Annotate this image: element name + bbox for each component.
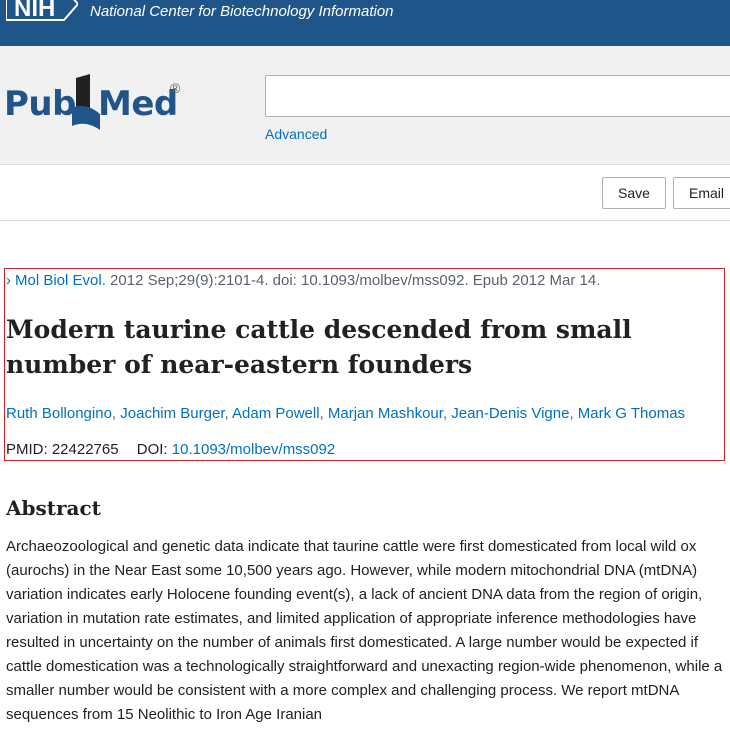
pubmed-header: Pub Med ® Advanced (0, 46, 730, 165)
pmid-label: PMID: (6, 441, 48, 458)
author-link[interactable]: Adam Powell (232, 405, 320, 422)
author-link[interactable]: Mark G Thomas (578, 405, 685, 422)
abstract-text: Archaeozoological and genetic data indic… (6, 538, 723, 723)
svg-text:NIH: NIH (14, 0, 55, 22)
logo-text-med: Med (98, 84, 178, 124)
authors-list: Ruth Bollongino, Joachim Burger, Adam Po… (6, 405, 686, 422)
journal-citation: › Mol Biol Evol. 2012 Sep;29(9):2101-4. d… (6, 272, 600, 289)
author-link[interactable]: Joachim Burger (120, 405, 224, 422)
chevron-right-icon[interactable]: › (6, 272, 11, 289)
save-button[interactable]: Save (602, 177, 666, 209)
doi-label: DOI: (136, 441, 168, 458)
ncbi-title[interactable]: National Center for Biotechnology Inform… (90, 3, 394, 20)
author-link[interactable]: Marjan Mashkour (328, 405, 443, 422)
nih-logo-icon[interactable]: NIH (6, 0, 78, 22)
author-link[interactable]: Ruth Bollongino (6, 405, 112, 422)
author-link[interactable]: Jean-Denis Vigne (451, 405, 569, 422)
article-title: Modern taurine cattle descended from sma… (6, 315, 632, 379)
search-input[interactable] (265, 75, 730, 117)
journal-link[interactable]: Mol Biol Evol. (15, 272, 106, 289)
pmid-value: 22422765 (51, 441, 119, 458)
action-bar: Save Email (0, 165, 730, 221)
registered-mark: ® (170, 80, 181, 96)
pubmed-logo[interactable]: Pub Med ® (4, 72, 194, 134)
article-identifiers: PMID: 22422765 DOI: 10.1093/molbev/mss09… (6, 441, 335, 458)
citation-details: 2012 Sep;29(9):2101-4. doi: 10.1093/molb… (105, 272, 601, 289)
logo-text-pub: Pub (4, 84, 76, 124)
advanced-search-link[interactable]: Advanced (265, 126, 327, 142)
ncbi-topbar: NIH National Center for Biotechnology In… (0, 0, 730, 46)
email-button[interactable]: Email (673, 177, 730, 209)
doi-link[interactable]: 10.1093/molbev/mss092 (172, 441, 335, 458)
abstract-heading: Abstract (6, 496, 101, 520)
